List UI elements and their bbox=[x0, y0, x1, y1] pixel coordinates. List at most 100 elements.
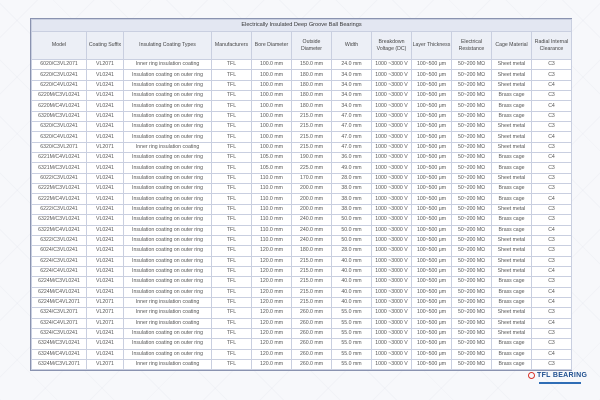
table-cell: Brass cage bbox=[491, 286, 532, 298]
table-cell: TFL bbox=[211, 141, 252, 154]
table-cell: Brass cage bbox=[491, 214, 532, 226]
table-cell: 6224/C4VL0241 bbox=[31, 265, 87, 278]
table-cell: 100~500 μm bbox=[411, 121, 452, 133]
table-cell: 120.0 mm bbox=[251, 317, 292, 329]
table-cell: Insulation coating on outer ring bbox=[123, 90, 212, 102]
table-cell: VL0241 bbox=[86, 79, 124, 92]
table-cell: C3 bbox=[530, 338, 573, 350]
table-cell: VL2071 bbox=[86, 358, 124, 371]
table-cell: 1000 ~3000 V bbox=[371, 224, 412, 236]
table-cell: Insulation coating on outer ring bbox=[123, 131, 212, 143]
table-cell: 6222/C3VL0241 bbox=[31, 203, 87, 216]
table-cell: VL2071 bbox=[86, 317, 124, 329]
table-cell: 47.0 mm bbox=[331, 131, 372, 143]
table-cell: 100~500 μm bbox=[411, 203, 452, 216]
table-cell: TFL bbox=[211, 79, 252, 92]
table-cell: VL0241 bbox=[86, 327, 124, 340]
table-cell: TFL bbox=[211, 214, 252, 226]
table-cell: C4 bbox=[530, 193, 573, 205]
table-cell: 6220M/C3VL0241 bbox=[31, 90, 87, 102]
table-cell: Insulation coating on outer ring bbox=[123, 234, 212, 247]
table-cell: C4 bbox=[530, 100, 573, 112]
table-cell: 120.0 mm bbox=[251, 276, 292, 288]
table-cell: VL0241 bbox=[86, 193, 124, 205]
column-header: Bore Diameter bbox=[251, 31, 292, 60]
table-cell: 6022/C3VL0241 bbox=[31, 172, 87, 185]
table-cell: 1000 ~3000 V bbox=[371, 214, 412, 226]
table-cell: 6320M/C3VL0241 bbox=[31, 110, 87, 123]
table-row: 6222/C3VL0241 VL0241 Insulation coating on… bbox=[31, 203, 573, 216]
table-cell: C4 bbox=[530, 79, 573, 92]
table-cell: 49.0 mm bbox=[331, 162, 372, 174]
table-cell: 100~500 μm bbox=[411, 245, 452, 257]
table-cell: 38.0 mm bbox=[331, 193, 372, 205]
table-cell: 50~200 MΩ bbox=[451, 245, 492, 257]
table-cell: 50~200 MΩ bbox=[451, 193, 492, 205]
table-cell: C4 bbox=[530, 152, 573, 164]
table-row: 6022/C3VL0241 VL0241 Insulation coating on… bbox=[31, 172, 573, 185]
table-cell: 1000 ~3000 V bbox=[371, 90, 412, 102]
table-cell: 6324/C3VL0241 bbox=[31, 327, 87, 340]
table-cell: Insulation coating on outer ring bbox=[123, 121, 212, 133]
table-cell: TFL bbox=[211, 193, 252, 205]
table-cell: C4 bbox=[530, 317, 573, 329]
table-cell: 120.0 mm bbox=[251, 348, 292, 360]
table-cell: Brass cage bbox=[491, 152, 532, 164]
table-cell: 50~200 MΩ bbox=[451, 203, 492, 216]
table-cell: VL0241 bbox=[86, 348, 124, 360]
table-cell: 50~200 MΩ bbox=[451, 276, 492, 288]
table-cell: 50~200 MΩ bbox=[451, 286, 492, 298]
table-cell: Insulation coating on outer ring bbox=[123, 255, 212, 267]
table-cell: 120.0 mm bbox=[251, 286, 292, 298]
table-cell: Insulation coating on outer ring bbox=[123, 152, 212, 164]
table-cell: 100~500 μm bbox=[411, 162, 452, 174]
table-cell: 50.0 mm bbox=[331, 224, 372, 236]
table-cell: 100~500 μm bbox=[411, 296, 452, 309]
table-cell: 260.0 mm bbox=[291, 307, 332, 319]
table-cell: Insulation coating on outer ring bbox=[123, 327, 212, 340]
table-cell: Inner ring insulation coating bbox=[123, 296, 212, 309]
table-cell: 110.0 mm bbox=[251, 214, 292, 226]
table-cell: 225.0 mm bbox=[291, 162, 332, 174]
table-cell: Sheet metal bbox=[491, 255, 532, 267]
table-cell: 100~500 μm bbox=[411, 100, 452, 112]
table-cell: 100~500 μm bbox=[411, 131, 452, 143]
table-cell: Insulation coating on outer ring bbox=[123, 183, 212, 195]
table-cell: 120.0 mm bbox=[251, 338, 292, 350]
table-cell: Insulation coating on outer ring bbox=[123, 224, 212, 236]
column-header: Outside Diameter bbox=[291, 31, 332, 60]
table-cell: Insulation coating on outer ring bbox=[123, 100, 212, 112]
table-row: 6324M/C3VL2071 VL2071 Inner ring insulatio… bbox=[31, 358, 573, 371]
table-cell: 50~200 MΩ bbox=[451, 224, 492, 236]
table-cell: 215.0 mm bbox=[291, 131, 332, 143]
logo-ring-icon bbox=[528, 372, 535, 379]
table-cell: 120.0 mm bbox=[251, 245, 292, 257]
table-cell: 200.0 mm bbox=[291, 193, 332, 205]
table-cell: Inner ring insulation coating bbox=[123, 58, 212, 71]
table-cell: 50~200 MΩ bbox=[451, 183, 492, 195]
table-cell: VL0241 bbox=[86, 234, 124, 247]
table-cell: C3 bbox=[530, 327, 573, 340]
table-cell: TFL bbox=[211, 245, 252, 257]
table-cell: Sheet metal bbox=[491, 234, 532, 247]
table-row: 6224/C3VL0241 VL0241 Insulation coating on… bbox=[31, 255, 573, 267]
table-cell: Insulation coating on outer ring bbox=[123, 162, 212, 174]
table-cell: TFL bbox=[211, 327, 252, 340]
table-row: 6222M/C3VL0241 VL0241 Insulation coating o… bbox=[31, 183, 573, 195]
table-cell: 200.0 mm bbox=[291, 183, 332, 195]
table-row: 6220/C4VL0241 VL0241 Insulation coating on… bbox=[31, 79, 573, 92]
table-cell: C4 bbox=[530, 348, 573, 360]
table-cell: TFL bbox=[211, 358, 252, 371]
table-row: 6020/C3VL2071 VL2071 Inner ring insulation… bbox=[31, 58, 573, 71]
table-cell: TFL bbox=[211, 110, 252, 123]
table-cell: 50.0 mm bbox=[331, 234, 372, 247]
table-cell: C4 bbox=[530, 296, 573, 309]
table-cell: C3 bbox=[530, 90, 573, 102]
table-row: 6224M/C4VL0241 VL0241 Insulation coating o… bbox=[31, 286, 573, 298]
table-cell: 50~200 MΩ bbox=[451, 358, 492, 371]
table-cell: 110.0 mm bbox=[251, 203, 292, 216]
table-cell: 6321M/C3VL0241 bbox=[31, 162, 87, 174]
table-cell: 100.0 mm bbox=[251, 110, 292, 123]
table-cell: 215.0 mm bbox=[291, 265, 332, 278]
table-cell: 50~200 MΩ bbox=[451, 152, 492, 164]
